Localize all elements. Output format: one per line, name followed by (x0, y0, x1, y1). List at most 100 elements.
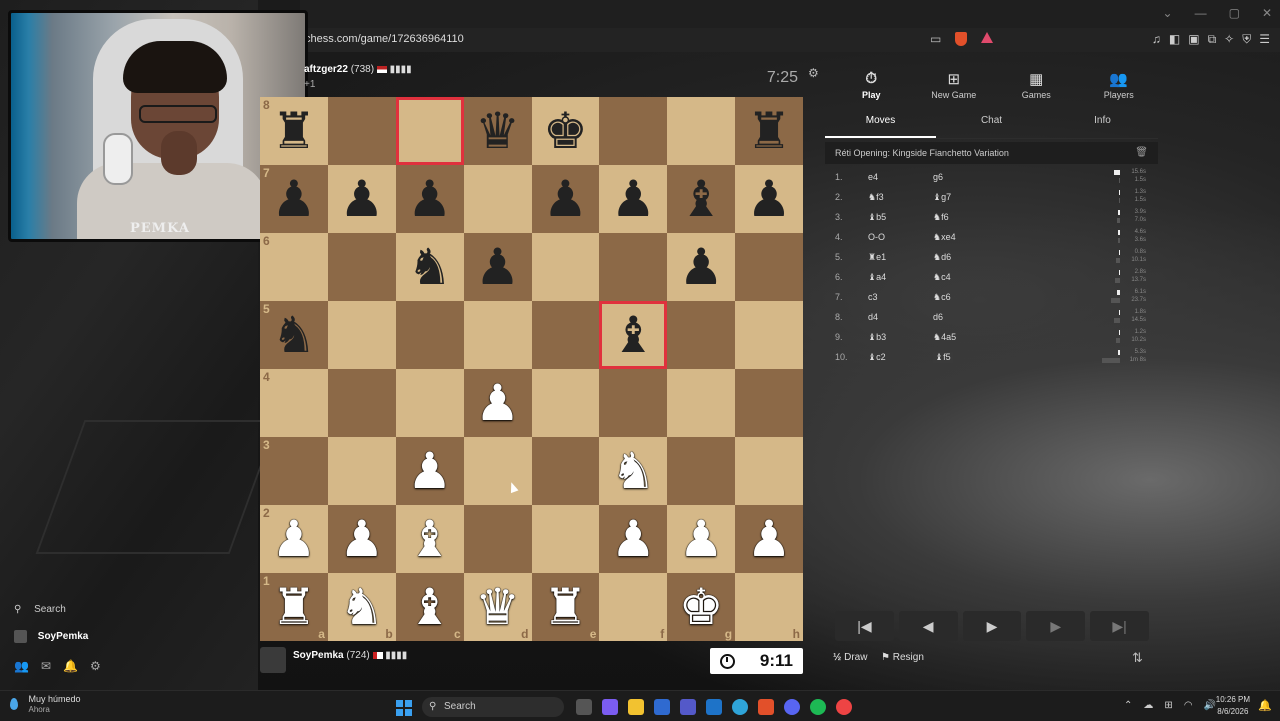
square-g4[interactable] (667, 369, 736, 437)
white-move[interactable]: ♞f3 (868, 192, 884, 203)
windows-start-icon[interactable] (396, 700, 412, 716)
white-move[interactable]: ♝b3 (868, 332, 886, 343)
black-pawn-icon[interactable]: ♟ (543, 174, 588, 224)
store-icon[interactable] (654, 699, 670, 715)
square-c3[interactable]: ♟ (395, 437, 464, 505)
square-f4[interactable] (599, 369, 668, 437)
maximize-button[interactable]: ▢ (1229, 6, 1240, 20)
square-f7[interactable]: ♟ (599, 165, 668, 233)
network-icon[interactable]: ⊞ (1164, 700, 1172, 711)
square-c7[interactable]: ♟ (395, 165, 464, 233)
white-knight-icon[interactable]: ♞ (339, 582, 384, 632)
copilot-icon[interactable] (602, 699, 618, 715)
square-f8[interactable] (599, 97, 668, 165)
white-knight-icon[interactable]: ♞ (611, 446, 656, 496)
brave-icon[interactable] (758, 699, 774, 715)
black-move[interactable]: ♝f5 (933, 352, 953, 363)
square-h1[interactable]: h (735, 573, 803, 641)
square-e1[interactable]: e ♜ (531, 573, 600, 641)
square-a6[interactable]: 6 (260, 233, 328, 301)
play-button[interactable]: ▶ (962, 611, 1022, 641)
black-move[interactable]: ♞d6 (933, 252, 951, 263)
square-e6[interactable] (531, 233, 600, 301)
notification-icon[interactable]: 🔔 (1258, 699, 1272, 712)
square-c6[interactable]: ♞ (395, 233, 464, 301)
tabs-icon[interactable]: ⧉ (1208, 32, 1217, 47)
sidebar-icon[interactable]: ◧ (1169, 32, 1180, 47)
square-b3[interactable] (327, 437, 396, 505)
black-pawn-icon[interactable]: ♟ (339, 174, 384, 224)
tab-chat[interactable]: Chat (936, 110, 1047, 138)
mail-icon[interactable]: ✉ (41, 659, 51, 673)
square-d5[interactable] (463, 301, 532, 369)
white-queen-icon[interactable]: ♛ (475, 582, 520, 632)
square-h5[interactable] (735, 301, 803, 369)
white-move[interactable]: ♝c2 (868, 352, 886, 363)
square-f6[interactable] (599, 233, 668, 301)
square-g3[interactable] (667, 437, 736, 505)
square-h7[interactable]: ♟ (735, 165, 803, 233)
square-d7[interactable] (463, 165, 532, 233)
square-g7[interactable]: ♝ (667, 165, 736, 233)
square-h8[interactable]: ♜ (735, 97, 803, 165)
bell-icon[interactable]: 🔔 (63, 659, 78, 673)
black-move[interactable]: ♞c6 (933, 292, 951, 303)
square-e3[interactable] (531, 437, 600, 505)
square-c5[interactable] (395, 301, 464, 369)
task-view-icon[interactable] (576, 699, 592, 715)
teams-icon[interactable] (680, 699, 696, 715)
volume-icon[interactable]: 🔊 (1204, 700, 1216, 711)
square-d4[interactable]: ♟ (463, 369, 532, 437)
square-f5[interactable]: ♝ (599, 301, 668, 369)
white-king-icon[interactable]: ♚ (679, 582, 724, 632)
black-rook-icon[interactable]: ♜ (747, 106, 792, 156)
white-move[interactable]: ♝a4 (868, 272, 886, 283)
white-move[interactable]: ♝b5 (868, 212, 886, 223)
white-pawn-icon[interactable]: ♟ (272, 514, 317, 564)
black-queen-icon[interactable]: ♛ (475, 106, 520, 156)
square-f2[interactable]: ♟ (599, 505, 668, 573)
square-f1[interactable]: f (599, 573, 668, 641)
last-move-button[interactable]: ▶| (1090, 611, 1149, 641)
square-a2[interactable]: 2 ♟ (260, 505, 328, 573)
chevron-down-icon[interactable]: ⌄ (1163, 6, 1173, 20)
sidebar-search[interactable]: ⚲ Search (14, 604, 66, 615)
tab-moves[interactable]: Moves (825, 110, 936, 138)
white-pawn-icon[interactable]: ♟ (407, 446, 452, 496)
white-bishop-icon[interactable]: ♝ (407, 514, 452, 564)
draw-button[interactable]: ½ Draw (833, 652, 867, 663)
resign-button[interactable]: ⚑ Resign (881, 652, 924, 663)
music-icon[interactable]: ♫ (1152, 32, 1161, 47)
white-pawn-icon[interactable]: ♟ (747, 514, 792, 564)
wallet-icon[interactable]: ▣ (1188, 32, 1199, 47)
spotify-icon[interactable] (810, 699, 826, 715)
black-pawn-icon[interactable]: ♟ (272, 174, 317, 224)
square-g5[interactable] (667, 301, 736, 369)
white-move[interactable]: e4 (868, 172, 878, 182)
app-icon[interactable] (836, 699, 852, 715)
square-e7[interactable]: ♟ (531, 165, 600, 233)
square-g8[interactable] (667, 97, 736, 165)
square-d2[interactable] (463, 505, 532, 573)
square-f3[interactable]: ♞ (599, 437, 668, 505)
screen-cast-icon[interactable]: ▭ (930, 32, 941, 46)
next-move-button[interactable]: ▶ (1026, 611, 1086, 641)
sidebar-user[interactable]: SoyPemka (14, 630, 88, 643)
square-b6[interactable] (327, 233, 396, 301)
white-pawn-icon[interactable]: ♟ (339, 514, 384, 564)
black-move[interactable]: g6 (933, 172, 943, 182)
black-knight-icon[interactable]: ♞ (272, 310, 317, 360)
square-c8[interactable] (395, 97, 464, 165)
square-e4[interactable] (531, 369, 600, 437)
square-g1[interactable]: g ♚ (667, 573, 736, 641)
first-move-button[interactable]: |◀ (835, 611, 894, 641)
system-clock[interactable]: 10:26 PM 8/6/2026 (1216, 694, 1250, 718)
discord-icon[interactable] (784, 699, 800, 715)
square-a3[interactable]: 3 (260, 437, 328, 505)
square-d3[interactable] (463, 437, 532, 505)
chevron-up-icon[interactable]: ⌃ (1124, 700, 1132, 711)
black-pawn-icon[interactable]: ♟ (407, 174, 452, 224)
wifi-icon[interactable]: ◠ (1184, 700, 1193, 711)
square-b2[interactable]: ♟ (327, 505, 396, 573)
square-e2[interactable] (531, 505, 600, 573)
